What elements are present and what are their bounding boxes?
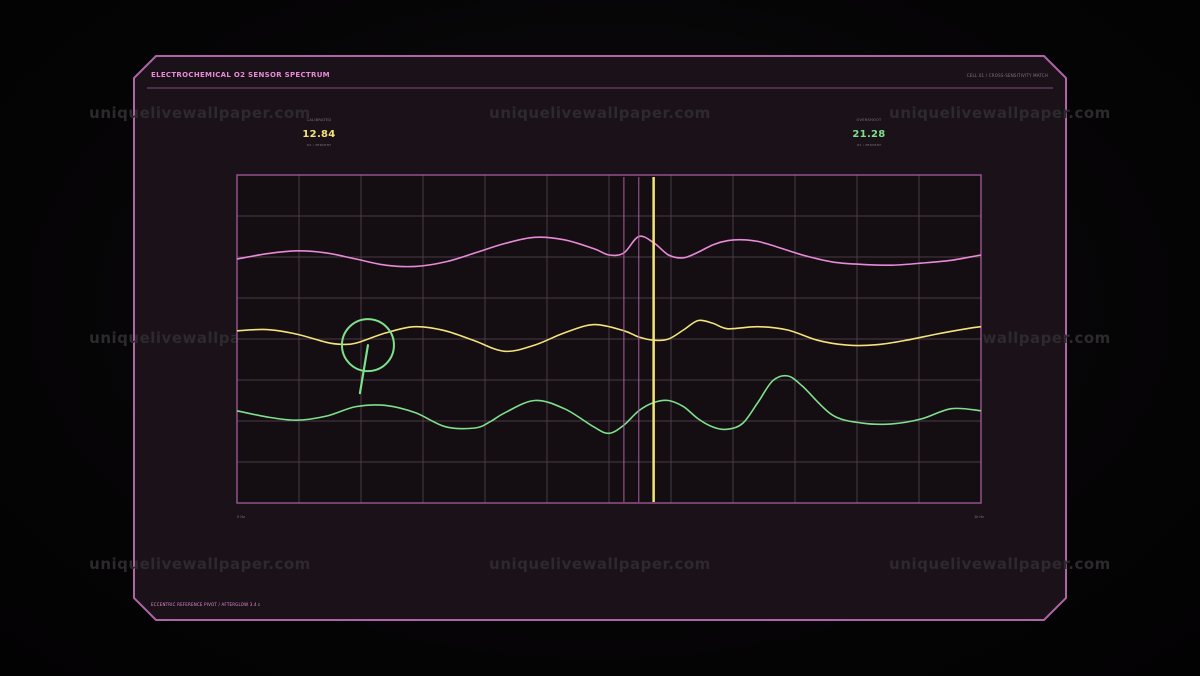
footer-caption: ECCENTRIC REFERENCE PIVOT / AFTERGLOW 3.…	[151, 602, 261, 607]
screen: uniquelivewallpaper.com uniquelivewallpap…	[0, 0, 1200, 676]
x-axis-end-label: 1k Hz	[974, 515, 984, 519]
x-axis-start-label: 0 Hz	[237, 515, 245, 519]
spectrum-chart	[236, 174, 982, 504]
